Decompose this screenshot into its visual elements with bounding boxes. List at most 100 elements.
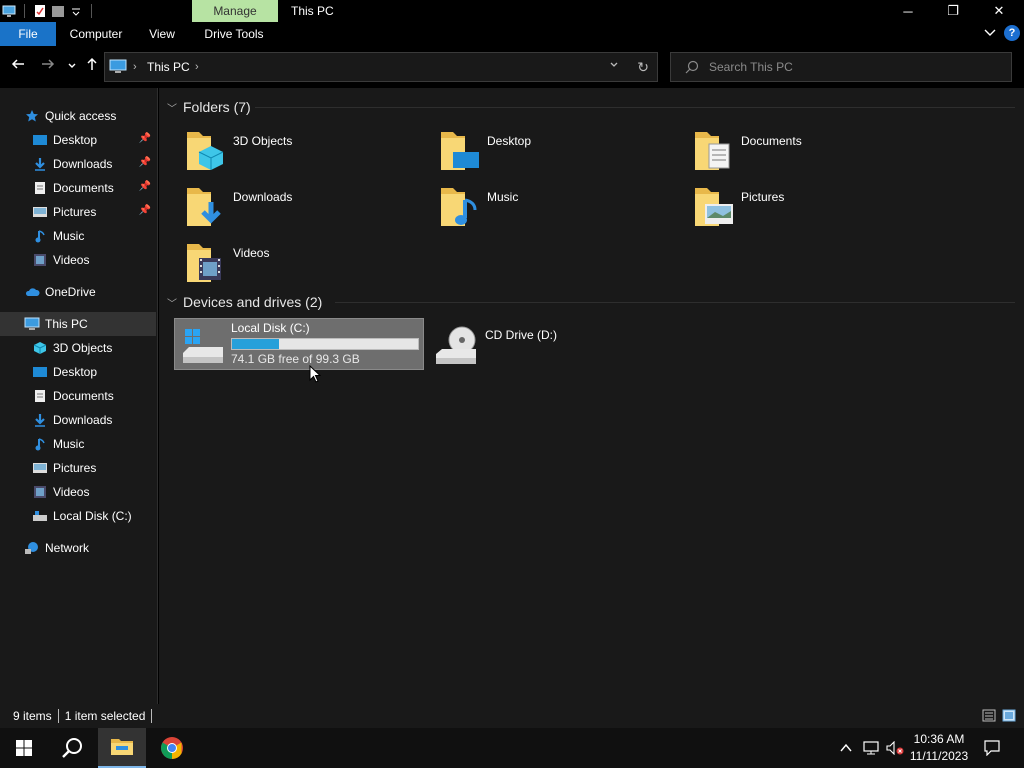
document-icon (32, 388, 48, 404)
nav-label: OneDrive (45, 285, 96, 299)
search-input[interactable] (709, 58, 999, 76)
nav-pc-local-disk[interactable]: Local Disk (C:) (0, 504, 156, 528)
nav-pc-documents[interactable]: Documents (0, 384, 156, 408)
computer-icon[interactable] (2, 4, 16, 18)
breadcrumb-this-pc[interactable]: This PC (147, 53, 190, 81)
address-dropdown-icon[interactable] (609, 53, 619, 81)
tab-computer[interactable]: Computer (60, 22, 132, 46)
tab-view[interactable]: View (140, 22, 184, 46)
folder-downloads-icon (185, 184, 229, 228)
nav-pc-downloads[interactable]: Downloads (0, 408, 156, 432)
pin-icon[interactable]: 📌 (139, 157, 151, 168)
folder-name: Downloads (233, 190, 293, 204)
refresh-icon[interactable]: ↻ (637, 53, 649, 81)
close-button[interactable]: ✕ (976, 0, 1022, 22)
folder-3d-objects[interactable]: 3D Objects (185, 128, 292, 176)
ribbon-controls: ? (984, 25, 1020, 41)
nav-pc-music[interactable]: Music (0, 432, 156, 456)
folder-music[interactable]: Music (439, 184, 518, 232)
nav-network[interactable]: Network (0, 536, 156, 560)
nav-label: Music (53, 437, 85, 451)
nav-this-pc[interactable]: This PC (0, 312, 156, 336)
nav-label: Music (53, 229, 85, 243)
nav-pc-3d-objects[interactable]: 3D Objects (0, 336, 156, 360)
nav-pc-desktop[interactable]: Desktop (0, 360, 156, 384)
show-hidden-icons-button[interactable] (836, 728, 856, 768)
nav-label: Quick access (45, 109, 117, 123)
folder-desktop[interactable]: Desktop (439, 128, 531, 176)
taskbar: 10:36 AM 11/11/2023 (0, 728, 1024, 768)
back-button[interactable] (8, 57, 28, 77)
nav-quick-access[interactable]: Quick access (0, 104, 156, 128)
chrome-taskbar-button[interactable] (148, 728, 196, 768)
videos-icon (32, 252, 48, 268)
cube-icon (32, 340, 48, 356)
system-clock[interactable]: 10:36 AM 11/11/2023 (902, 731, 976, 765)
breadcrumb-separator[interactable]: › (195, 53, 199, 81)
group-title: Devices and drives (2) (183, 294, 323, 310)
pin-icon[interactable]: 📌 (139, 133, 151, 144)
nav-pc-videos[interactable]: Videos (0, 480, 156, 504)
nav-qa-documents[interactable]: Documents 📌 (0, 176, 156, 200)
pin-icon[interactable]: 📌 (139, 181, 151, 192)
download-icon (32, 412, 48, 428)
folder-name: Music (487, 190, 519, 204)
nav-onedrive[interactable]: OneDrive (0, 280, 156, 304)
clock-date: 11/11/2023 (909, 749, 969, 763)
group-title: Folders (7) (183, 99, 251, 115)
selection-count: 1 item selected (64, 709, 146, 723)
music-icon (32, 228, 48, 244)
network-tray-icon[interactable] (860, 728, 882, 768)
start-button[interactable] (0, 728, 48, 768)
chevron-down-icon: ﹀ (167, 298, 177, 310)
toolbar-divider (91, 4, 92, 18)
nav-label: 3D Objects (53, 341, 113, 355)
nav-qa-desktop[interactable]: Desktop 📌 (0, 128, 156, 152)
drive-free-space: 74.1 GB free of 99.3 GB (231, 352, 360, 366)
action-center-button[interactable] (980, 728, 1004, 768)
notification-icon (984, 740, 1000, 756)
search-box[interactable] (670, 52, 1012, 82)
folder-videos-icon (185, 240, 229, 284)
arrow-left-icon (11, 59, 24, 69)
search-icon (62, 738, 82, 758)
new-folder-icon[interactable] (51, 4, 65, 18)
pin-icon[interactable]: 📌 (139, 205, 151, 216)
large-icons-view-icon[interactable] (1002, 709, 1016, 722)
search-icon (685, 60, 699, 74)
minimize-button[interactable]: ─ (885, 0, 931, 22)
recent-locations-button[interactable] (62, 57, 82, 77)
restore-button[interactable]: ❐ (930, 0, 976, 22)
file-explorer-taskbar-button[interactable] (98, 728, 146, 768)
folder-pictures[interactable]: Pictures (693, 184, 784, 232)
nav-qa-downloads[interactable]: Downloads 📌 (0, 152, 156, 176)
nav-qa-music[interactable]: Music (0, 224, 156, 248)
folders-group-header[interactable]: ﹀ Folders (7) (167, 96, 251, 118)
nav-qa-videos[interactable]: Videos (0, 248, 156, 272)
nav-label: Downloads (53, 413, 113, 427)
folder-name: Documents (741, 134, 802, 148)
folder-videos[interactable]: Videos (185, 240, 269, 288)
manage-context-tab[interactable]: Manage (192, 0, 278, 22)
this-pc-icon (24, 316, 40, 332)
up-button[interactable] (82, 57, 102, 77)
nav-pc-pictures[interactable]: Pictures (0, 456, 156, 480)
address-bar[interactable]: › This PC › ↻ (104, 52, 658, 82)
forward-button[interactable] (38, 57, 58, 77)
folder-downloads[interactable]: Downloads (185, 184, 292, 232)
navigation-pane: Quick access Desktop 📌 Downloads 📌 Docum… (0, 88, 158, 704)
search-taskbar-button[interactable] (48, 728, 96, 768)
chevron-down-icon[interactable] (984, 26, 996, 40)
help-icon[interactable]: ? (1004, 25, 1020, 41)
drive-local-disk[interactable]: Local Disk (C:) 74.1 GB free of 99.3 GB (174, 318, 424, 370)
devices-group-header[interactable]: ﹀ Devices and drives (2) (167, 291, 322, 313)
details-view-icon[interactable] (982, 709, 996, 722)
tab-file[interactable]: File (0, 22, 56, 46)
breadcrumb-separator[interactable]: › (133, 53, 137, 81)
tab-drive-tools[interactable]: Drive Tools (196, 22, 272, 46)
folder-documents[interactable]: Documents (693, 128, 802, 176)
properties-icon[interactable] (33, 4, 47, 18)
customize-toolbar-icon[interactable] (69, 4, 83, 18)
drive-cd[interactable]: CD Drive (D:) (434, 322, 634, 370)
nav-qa-pictures[interactable]: Pictures 📌 (0, 200, 156, 224)
